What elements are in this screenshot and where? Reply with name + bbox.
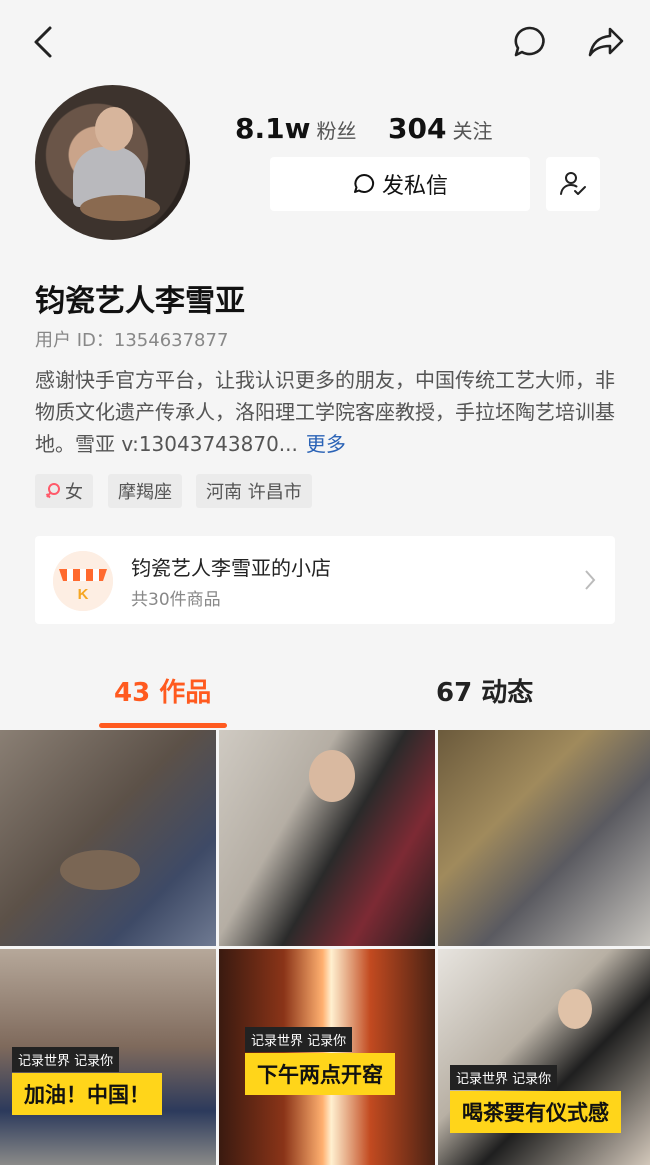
shop-logo-icon: K — [53, 551, 113, 611]
tag-location: 河南 许昌市 — [196, 474, 312, 508]
chat-bubble-icon — [514, 26, 545, 57]
caption-small-4: 记录世界 记录你 — [12, 1047, 120, 1072]
tab-works[interactable]: 43 作品 — [114, 672, 211, 709]
caption-small-5: 记录世界 记录你 — [245, 1027, 353, 1052]
send-message-button[interactable]: 发私信 — [270, 157, 530, 211]
message-icon — [353, 173, 375, 193]
chevron-right-icon — [585, 570, 596, 590]
back-arrow-icon — [34, 26, 52, 58]
share-arrow-icon — [588, 27, 624, 57]
chat-button[interactable] — [512, 24, 548, 60]
tag-zodiac: 摩羯座 — [108, 474, 182, 508]
bio: 感谢快手官方平台，让我认识更多的朋友，中国传统工艺大师，非物质文化遗产传承人，洛… — [35, 364, 615, 460]
following-count: 304 — [388, 112, 447, 145]
female-icon — [45, 483, 60, 499]
share-button[interactable] — [586, 24, 626, 60]
video-thumb-1[interactable] — [0, 730, 216, 946]
caption-big-4: 加油！中国！ — [12, 1073, 162, 1115]
tag-gender: 女 — [35, 474, 93, 508]
fans-stat[interactable]: 8.1w 粉丝 — [235, 112, 356, 145]
avatar-pottery-wheel — [80, 195, 160, 221]
shop-subtitle: 共30件商品 — [131, 590, 221, 610]
active-tab-indicator — [99, 723, 227, 728]
bio-more-link[interactable]: 更多 — [306, 432, 346, 456]
send-message-label: 发私信 — [381, 174, 448, 199]
fans-count: 8.1w — [235, 112, 311, 145]
caption-small-6: 记录世界 记录你 — [450, 1065, 558, 1090]
following-stat[interactable]: 304 关注 — [388, 112, 492, 145]
shop-card[interactable]: K 钧瓷艺人李雪亚的小店 共30件商品 — [35, 536, 615, 624]
video-thumb-3[interactable] — [438, 730, 650, 946]
tag-zodiac-label: 摩羯座 — [118, 482, 172, 503]
video-thumb-6[interactable]: 记录世界 记录你 喝茶要有仪式感 — [438, 949, 650, 1165]
follow-button[interactable] — [546, 157, 600, 211]
tab-moments-label: 动态 — [481, 678, 534, 708]
caption-big-5: 下午两点开窑 — [245, 1053, 395, 1095]
shop-title: 钧瓷艺人李雪亚的小店 — [131, 556, 331, 580]
tab-works-label: 作品 — [159, 678, 212, 708]
video-thumb-4[interactable]: 记录世界 记录你 加油！中国！ — [0, 949, 216, 1165]
avatar[interactable] — [35, 85, 190, 240]
caption-big-6: 喝茶要有仪式感 — [450, 1091, 621, 1133]
tab-moments-count: 67 — [436, 678, 473, 708]
profile-name: 钧瓷艺人李雪亚 — [35, 284, 245, 319]
back-button[interactable] — [30, 24, 58, 60]
avatar-face — [95, 107, 133, 151]
video-thumb-2[interactable] — [219, 730, 435, 946]
shop-logo-letter: K — [78, 586, 89, 603]
following-label: 关注 — [452, 119, 493, 143]
tag-location-label: 河南 许昌市 — [206, 482, 302, 503]
user-check-icon — [560, 172, 586, 195]
user-id: 用户 ID：1354637877 — [35, 330, 229, 351]
tag-gender-label: 女 — [65, 482, 83, 503]
video-thumb-5[interactable]: 记录世界 记录你 下午两点开窑 — [219, 949, 435, 1165]
fans-label: 粉丝 — [316, 119, 357, 143]
tab-moments[interactable]: 67 动态 — [436, 672, 533, 709]
tab-works-count: 43 — [114, 678, 151, 708]
